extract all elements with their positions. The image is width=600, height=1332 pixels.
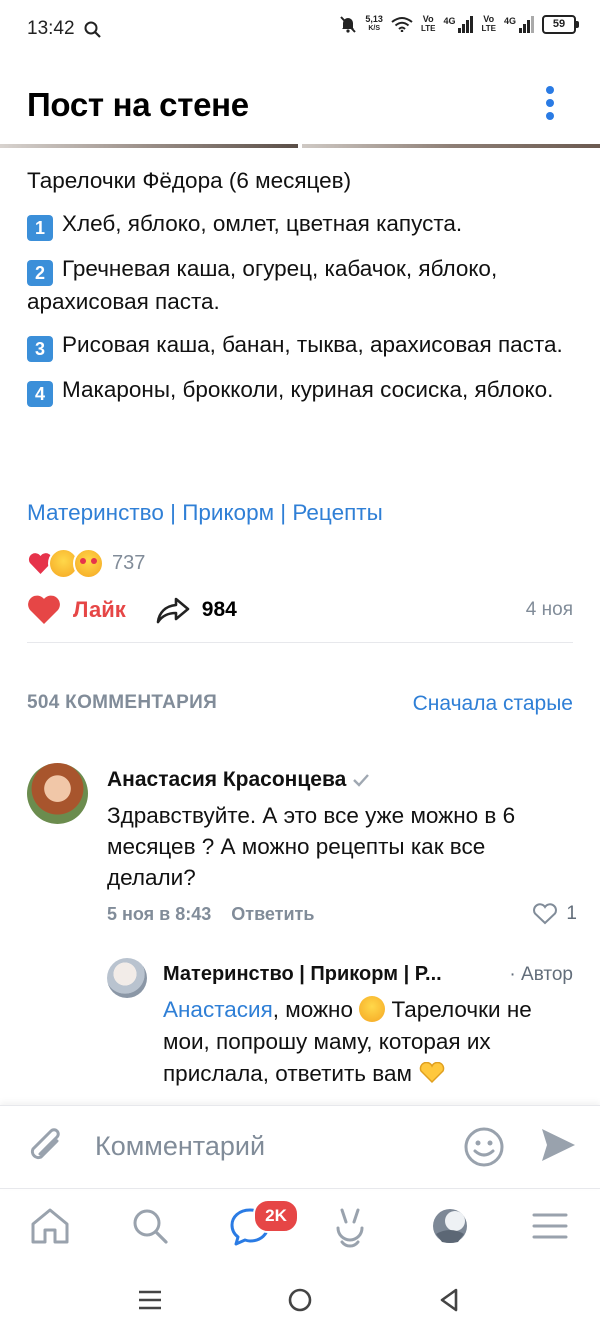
comment: Анастасия Красонцева Здравствуйте. А это… [107, 768, 577, 925]
search-tab-icon[interactable] [128, 1204, 172, 1248]
heart-outline-icon [533, 903, 558, 925]
status-bar: 13:42 5,13 K/S Vo LTE 4G Vo LTE 4G 59 [0, 0, 600, 62]
post-item: 1 Хлеб, яблоко, омлет, цветная капуста. [27, 208, 577, 241]
share-icon [156, 597, 190, 624]
avatar[interactable] [27, 763, 88, 824]
post-text: Тарелочки Фёдора (6 месяцев) 1 Хлеб, ябло… [27, 165, 577, 419]
comment-input[interactable]: Комментарий [95, 1131, 265, 1162]
comment-time: 5 ноя в 8:43 [107, 903, 212, 924]
messages-badge: 2K [253, 1199, 299, 1233]
reply-author[interactable]: Материнство | Прикорм | Р... [163, 963, 442, 986]
comment-meta: 5 ноя в 8:43 Ответить 1 [107, 903, 577, 925]
author-badge: · Автор [509, 963, 573, 985]
comments-sort-button[interactable]: Сначала старые [413, 692, 573, 716]
wifi-icon [391, 17, 413, 32]
comments-count: 504 КОММЕНТАРИЯ [27, 692, 218, 713]
page-title: Пост на стене [27, 86, 249, 123]
send-icon[interactable] [538, 1125, 578, 1165]
system-navigation-bar [0, 1270, 600, 1332]
heart-icon [28, 595, 60, 624]
post-actions: Лайк 984 4 ноя [27, 590, 573, 630]
comment-like-button[interactable]: 1 [532, 903, 577, 925]
net-speed: 5,13 K/S [365, 14, 383, 32]
clips-icon[interactable] [328, 1204, 372, 1248]
reply-comment: Материнство | Прикорм | Р... · Автор Ана… [163, 963, 573, 1090]
post-image-edge [0, 144, 600, 152]
comment-input-bar [0, 1105, 600, 1189]
emoji-picker-icon[interactable] [462, 1125, 506, 1169]
smiling-emoji-icon [359, 996, 386, 1022]
share-button[interactable]: 984 [156, 596, 237, 624]
keycap-1-icon: 1 [27, 215, 53, 241]
search-icon [84, 21, 101, 38]
keycap-4-icon: 4 [27, 381, 53, 407]
volte-2: Vo LTE [481, 14, 496, 33]
comment-author[interactable]: Анастасия Красонцева [107, 768, 577, 792]
volte-1: Vo LTE [420, 14, 436, 33]
keycap-2-icon: 2 [27, 260, 53, 286]
post-item: 2 Гречневая каша, огурец, кабачок, яблоко… [27, 256, 498, 314]
post-date: 4 ноя [525, 599, 573, 620]
like-button[interactable]: Лайк [27, 595, 126, 625]
reactions-count: 737 [112, 552, 146, 574]
battery-indicator: 59 [542, 14, 579, 34]
bottom-tab-bar [0, 1190, 600, 1260]
profile-icon[interactable] [428, 1204, 472, 1248]
status-time: 13:42 [27, 18, 75, 39]
reactions-summary[interactable]: 737 [27, 548, 145, 579]
signal-2: 4G [504, 15, 534, 33]
back-icon[interactable] [436, 1286, 464, 1314]
status-icons: 5,13 K/S Vo LTE 4G Vo LTE 4G 59 [339, 14, 579, 34]
post-hashtags-link[interactable]: Материнство | Прикорм | Рецепты [27, 500, 383, 526]
comments-header: 504 КОММЕНТАРИЯ Сначала старые [27, 692, 573, 716]
mute-icon [340, 16, 357, 33]
reply-text: Анастасия, можно Тарелочки не мои, попро… [163, 996, 532, 1086]
signal-1: 4G [443, 15, 474, 33]
attach-icon[interactable] [27, 1125, 67, 1169]
divider [27, 642, 573, 643]
reply-header: Материнство | Прикорм | Р... · Автор [163, 963, 573, 986]
mention-link[interactable]: Анастасия [163, 997, 273, 1022]
home-button-icon[interactable] [286, 1286, 314, 1314]
more-menu-icon[interactable] [540, 86, 560, 122]
post-item: 4 Макароны, брокколи, куриная сосиска, яб… [27, 374, 577, 407]
avatar[interactable] [107, 958, 147, 998]
menu-icon[interactable] [528, 1204, 572, 1248]
verified-check-icon [353, 774, 370, 787]
keycap-3-icon: 3 [27, 336, 53, 362]
home-icon[interactable] [28, 1204, 72, 1248]
heart-hands-emoji-icon [419, 1061, 445, 1084]
reply-button[interactable]: Ответить [231, 904, 314, 925]
recent-apps-icon[interactable] [136, 1286, 164, 1314]
heart-eyes-emoji-icon [73, 548, 104, 579]
comment-text: Здравствуйте. А это все уже можно в 6 ме… [107, 803, 516, 890]
post-intro: Тарелочки Фёдора (6 месяцев) [27, 168, 352, 193]
post-item: 3 Рисовая каша, банан, тыква, арахисовая … [27, 329, 577, 362]
